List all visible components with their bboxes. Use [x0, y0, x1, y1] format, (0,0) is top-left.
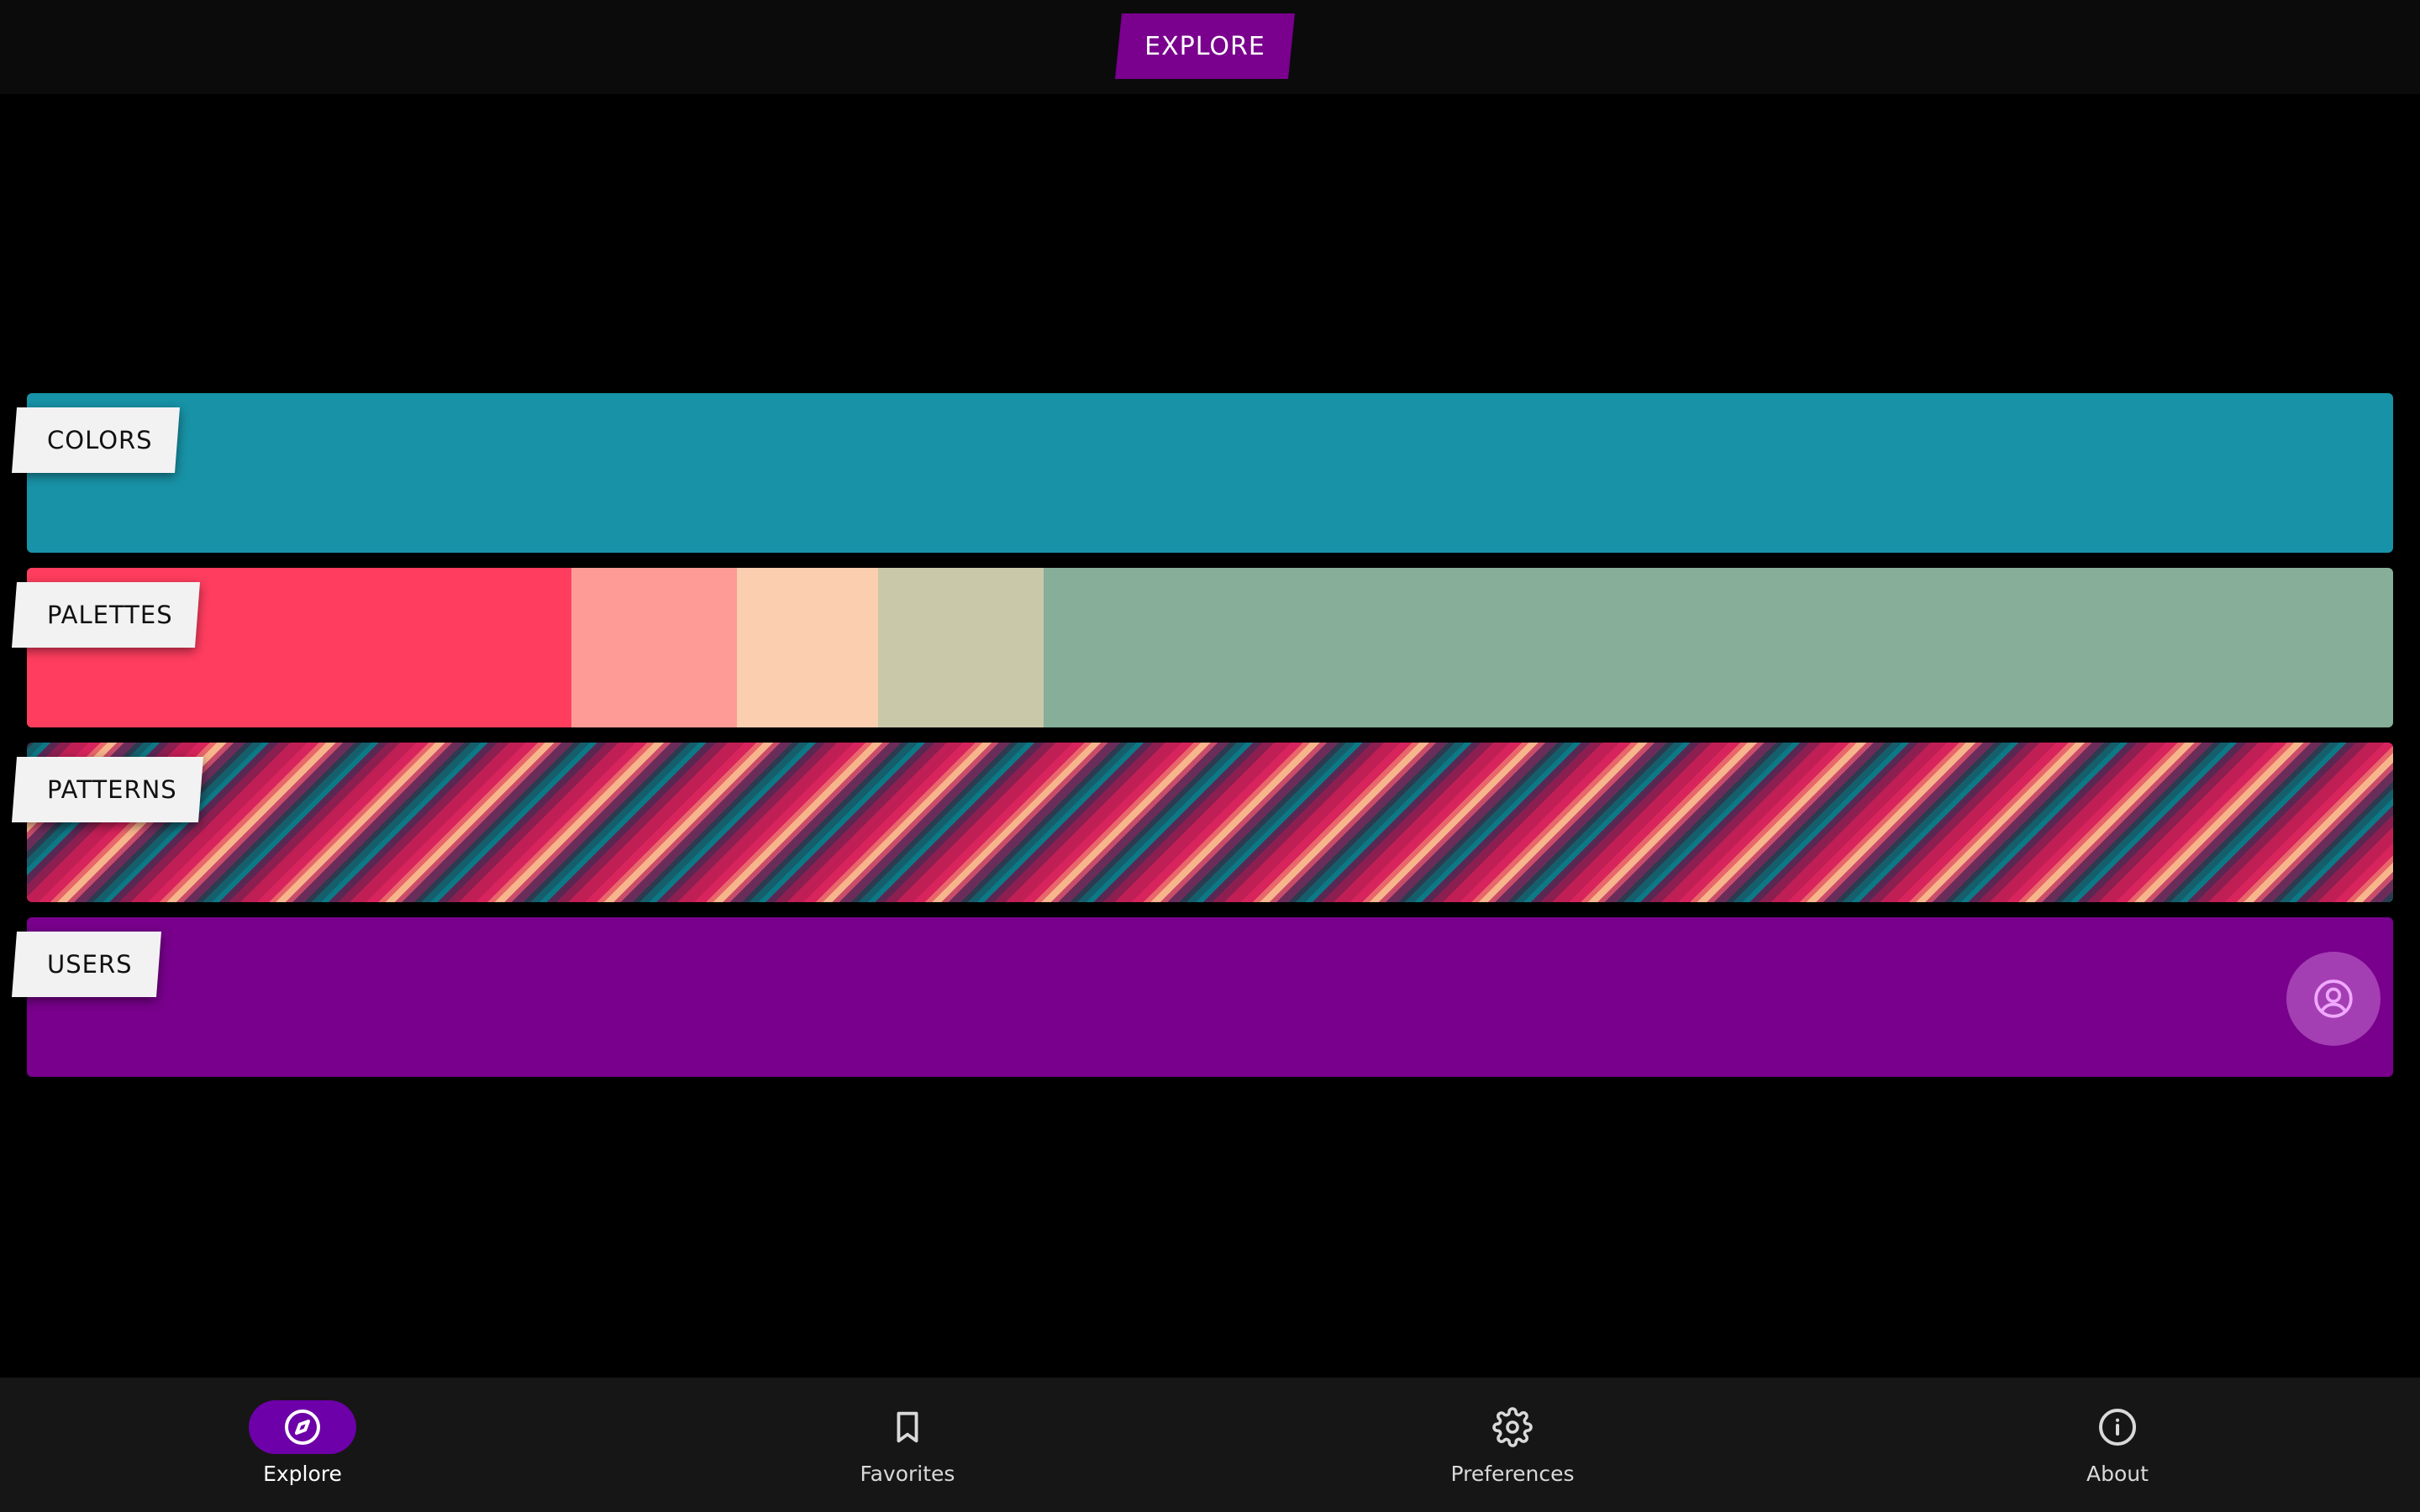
page-title-chip: EXPLORE: [1115, 13, 1295, 79]
nav-active-indicator: [249, 1400, 356, 1454]
bottom-navigation-bar: Explore Favorites Preferences About: [0, 1378, 2420, 1512]
palettes-label: PALETTES: [47, 601, 173, 629]
palettes-card[interactable]: [27, 568, 2393, 727]
patterns-card[interactable]: [27, 743, 2393, 902]
nav-item-label: Explore: [263, 1462, 342, 1486]
patterns-tag: PATTERNS: [12, 757, 203, 822]
nav-icon-container: [2064, 1400, 2171, 1454]
app-root: EXPLORE COLORS PALETTES PATTERNS USERS E…: [0, 0, 2420, 1512]
colors-card[interactable]: [27, 393, 2393, 553]
nav-item-preferences[interactable]: Preferences: [1386, 1378, 1639, 1512]
top-app-bar: EXPLORE: [0, 0, 2420, 94]
page-title: EXPLORE: [1144, 31, 1265, 61]
nav-item-label: Favorites: [860, 1462, 955, 1486]
palette-swatch: [571, 568, 737, 727]
info-icon: [2099, 1409, 2136, 1446]
colors-label: COLORS: [47, 426, 153, 454]
users-card[interactable]: [27, 917, 2393, 1077]
palettes-tag: PALETTES: [12, 582, 200, 648]
user-circle-icon: [2314, 979, 2353, 1018]
colors-tag: COLORS: [12, 407, 180, 473]
nav-item-explore[interactable]: Explore: [176, 1378, 429, 1512]
palette-swatch: [878, 568, 1044, 727]
nav-item-about[interactable]: About: [1991, 1378, 2244, 1512]
compass-icon: [285, 1410, 320, 1445]
bookmark-icon: [897, 1411, 918, 1443]
user-avatar-button[interactable]: [2286, 952, 2381, 1046]
nav-item-label: About: [2086, 1462, 2149, 1486]
gear-icon: [1492, 1407, 1533, 1447]
users-label: USERS: [47, 950, 133, 979]
patterns-label: PATTERNS: [47, 775, 177, 804]
nav-icon-container: [854, 1400, 961, 1454]
nav-item-favorites[interactable]: Favorites: [781, 1378, 1034, 1512]
users-tag: USERS: [12, 932, 161, 997]
palette-swatch: [737, 568, 878, 727]
nav-icon-container: [1459, 1400, 1566, 1454]
nav-item-label: Preferences: [1450, 1462, 1575, 1486]
